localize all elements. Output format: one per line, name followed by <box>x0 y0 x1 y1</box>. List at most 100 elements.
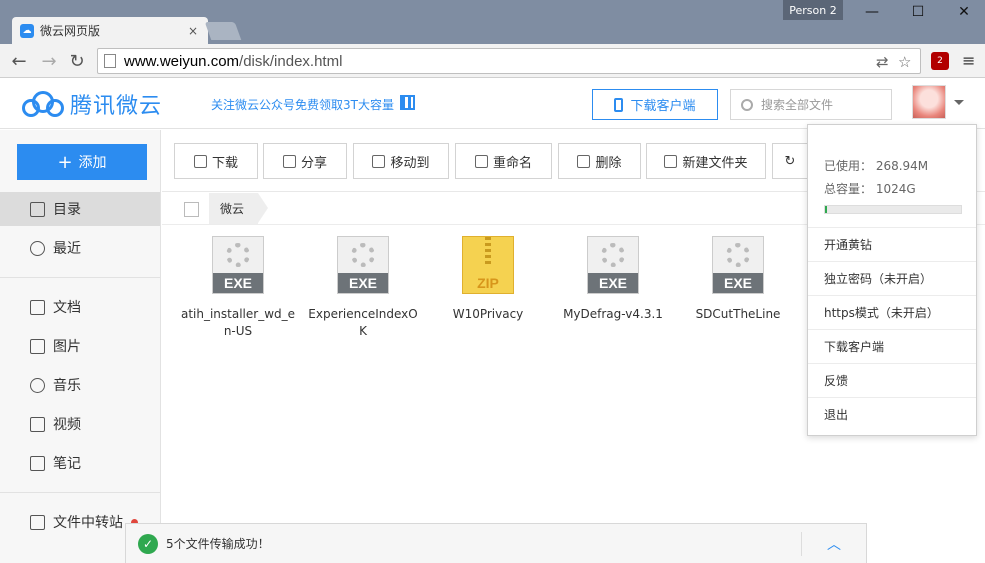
move-to-button[interactable]: 移动到 <box>353 143 449 179</box>
bookmark-star-icon[interactable]: ☆ <box>898 53 911 71</box>
delete-button[interactable]: 删除 <box>558 143 641 179</box>
rename-label: 重命名 <box>492 155 532 171</box>
sidebar-item-catalog[interactable]: 目录 <box>0 192 160 226</box>
add-label: 添加 <box>78 155 107 171</box>
extension-icon[interactable]: 2 <box>931 52 949 70</box>
move-icon <box>372 154 386 168</box>
edit-icon <box>474 154 488 168</box>
trash-icon <box>577 154 591 168</box>
search-placeholder: 搜索全部文件 <box>761 98 834 112</box>
tab-close-icon[interactable]: × <box>186 24 200 38</box>
file-name: MyDefrag-v4.3.1 <box>563 307 663 321</box>
close-window-icon[interactable]: ✕ <box>944 2 984 22</box>
logo-text: 腾讯微云 <box>70 94 163 119</box>
address-bar[interactable]: www.weiyun.com/disk/index.html ⇄ ☆ <box>97 48 921 74</box>
video-icon <box>30 416 45 432</box>
rename-button[interactable]: 重命名 <box>455 143 552 179</box>
exe-file-icon: EXE <box>212 236 264 294</box>
success-check-icon: ✓ <box>138 533 158 554</box>
qr-code-icon[interactable] <box>400 95 415 110</box>
file-item[interactable]: ZIP W10Privacy <box>428 236 548 323</box>
minimize-icon[interactable]: — <box>852 2 892 22</box>
sidebar-item-label: 文件中转站 <box>53 515 123 531</box>
refresh-icon: ↻ <box>784 153 796 169</box>
page-icon <box>104 54 116 68</box>
exe-file-icon: EXE <box>337 236 389 294</box>
file-name: W10Privacy <box>452 307 524 321</box>
new-folder-icon <box>664 154 678 168</box>
new-tab-button[interactable] <box>204 22 242 40</box>
sidebar-item-label: 最近 <box>53 241 81 257</box>
forward-icon[interactable]: → <box>38 50 60 72</box>
refresh-button[interactable]: ↻ <box>772 143 808 179</box>
browser-tab[interactable]: ☁ 微云网页版 × <box>12 17 208 44</box>
note-icon <box>30 455 45 471</box>
file-item[interactable]: EXE atih_installer_wd_en-US <box>178 236 298 340</box>
reload-icon[interactable]: ↻ <box>66 50 88 72</box>
delete-label: 删除 <box>595 155 622 171</box>
file-name: atih_installer_wd_en-US <box>180 307 296 338</box>
sidebar-item-label: 目录 <box>53 202 81 218</box>
exe-file-icon: EXE <box>712 236 764 294</box>
weiyun-favicon-icon: ☁ <box>20 23 34 38</box>
share-button[interactable]: 分享 <box>263 143 347 179</box>
menu-item-https[interactable]: https模式（未开启） <box>808 295 976 329</box>
file-item[interactable]: EXE ExperienceIndexOK <box>303 236 423 340</box>
url-host: www.weiyun.com <box>124 52 240 70</box>
sidebar-item-documents[interactable]: 文档 <box>0 290 160 324</box>
search-input[interactable]: 搜索全部文件 <box>730 89 892 120</box>
document-icon <box>30 299 45 315</box>
new-folder-label: 新建文件夹 <box>682 155 748 171</box>
browser-titlebar: ☁ 微云网页版 × Person 2 — ☐ ✕ <box>0 0 985 44</box>
sidebar: + 添加 目录 最近 文档 图片 音乐 视频 笔记 文件中转站 <box>0 130 161 563</box>
transfer-toast: ✓ 5个文件传输成功！ ︿ <box>125 523 867 563</box>
file-item[interactable]: EXE MyDefrag-v4.3.1 <box>553 236 673 323</box>
sidebar-item-recent[interactable]: 最近 <box>0 231 160 265</box>
maximize-icon[interactable]: ☐ <box>898 2 938 22</box>
transfer-icon <box>30 514 45 530</box>
logo[interactable]: 腾讯微云 <box>20 88 162 120</box>
add-button[interactable]: + 添加 <box>17 144 147 180</box>
clock-icon <box>30 240 45 256</box>
menu-item-logout[interactable]: 退出 <box>808 397 976 431</box>
download-button[interactable]: 下载 <box>174 143 258 179</box>
sidebar-item-label: 图片 <box>53 339 81 355</box>
download-label: 下载 <box>211 155 238 171</box>
menu-item-feedback[interactable]: 反馈 <box>808 363 976 397</box>
sidebar-item-label: 笔记 <box>53 456 81 472</box>
share-icon <box>282 154 296 168</box>
chevron-down-icon[interactable] <box>954 100 964 105</box>
select-all-checkbox[interactable] <box>184 202 199 217</box>
sidebar-divider <box>0 492 160 493</box>
quota-total: 总容量： 1024G <box>824 182 916 196</box>
menu-item-download-client[interactable]: 下载客户端 <box>808 329 976 363</box>
sidebar-item-music[interactable]: 音乐 <box>0 368 160 402</box>
image-icon <box>30 338 45 354</box>
new-folder-button[interactable]: 新建文件夹 <box>646 143 766 179</box>
sidebar-item-images[interactable]: 图片 <box>0 329 160 363</box>
menu-item-password[interactable]: 独立密码（未开启） <box>808 261 976 295</box>
browser-menu-icon[interactable]: ≡ <box>962 51 975 70</box>
promo-link[interactable]: 关注微云公众号免费领取3T大容量 <box>211 96 394 113</box>
avatar[interactable] <box>912 85 946 119</box>
translate-icon[interactable]: ⇄ <box>876 53 889 71</box>
file-name: ExperienceIndexOK <box>308 307 418 338</box>
phone-icon <box>614 97 624 112</box>
download-client-button[interactable]: 下载客户端 <box>592 89 718 120</box>
menu-item-vip[interactable]: 开通黄钻 <box>808 227 976 261</box>
sidebar-item-label: 视频 <box>53 417 81 433</box>
sidebar-item-video[interactable]: 视频 <box>0 407 160 441</box>
expand-up-icon[interactable]: ︿ <box>802 534 866 554</box>
quota-progress-bar <box>824 205 962 214</box>
list-icon <box>30 201 45 217</box>
move-to-label: 移动到 <box>390 155 430 171</box>
breadcrumb-root[interactable]: 微云 <box>209 193 269 224</box>
back-icon[interactable]: ← <box>8 50 30 72</box>
sidebar-item-notes[interactable]: 笔记 <box>0 446 160 480</box>
download-icon <box>193 154 207 168</box>
sidebar-divider <box>0 277 160 278</box>
sidebar-item-label: 音乐 <box>53 378 81 394</box>
quota-progress-fill <box>825 206 827 213</box>
file-item[interactable]: EXE SDCutTheLine <box>678 236 798 323</box>
profile-badge[interactable]: Person 2 <box>783 0 843 20</box>
